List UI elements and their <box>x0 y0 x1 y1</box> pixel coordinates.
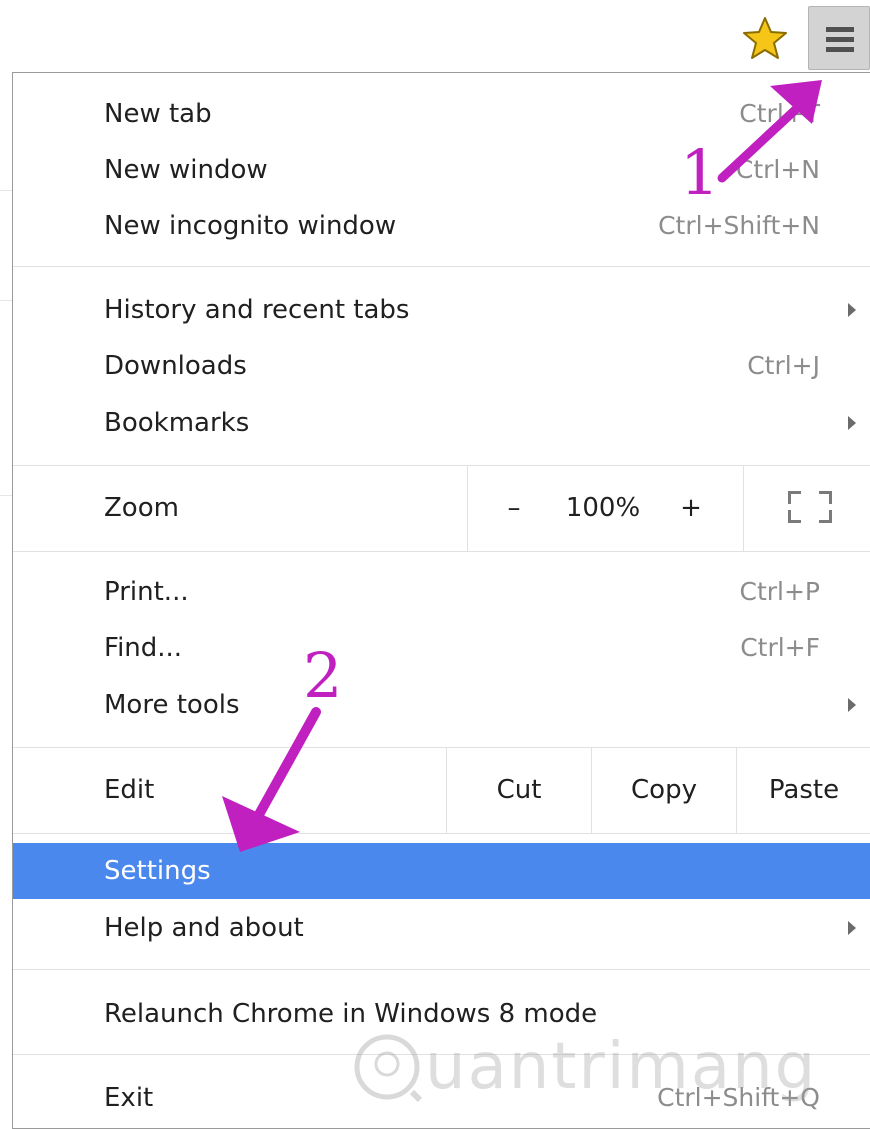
annotation-arrowhead-1 <box>770 80 822 124</box>
annotation-arrows <box>222 80 822 852</box>
annotation-arrow-2 <box>251 707 321 825</box>
annotation-step-2: 2 <box>303 639 343 712</box>
annotation-step-1: 1 <box>680 136 720 209</box>
annotation-arrow-1 <box>717 93 813 183</box>
